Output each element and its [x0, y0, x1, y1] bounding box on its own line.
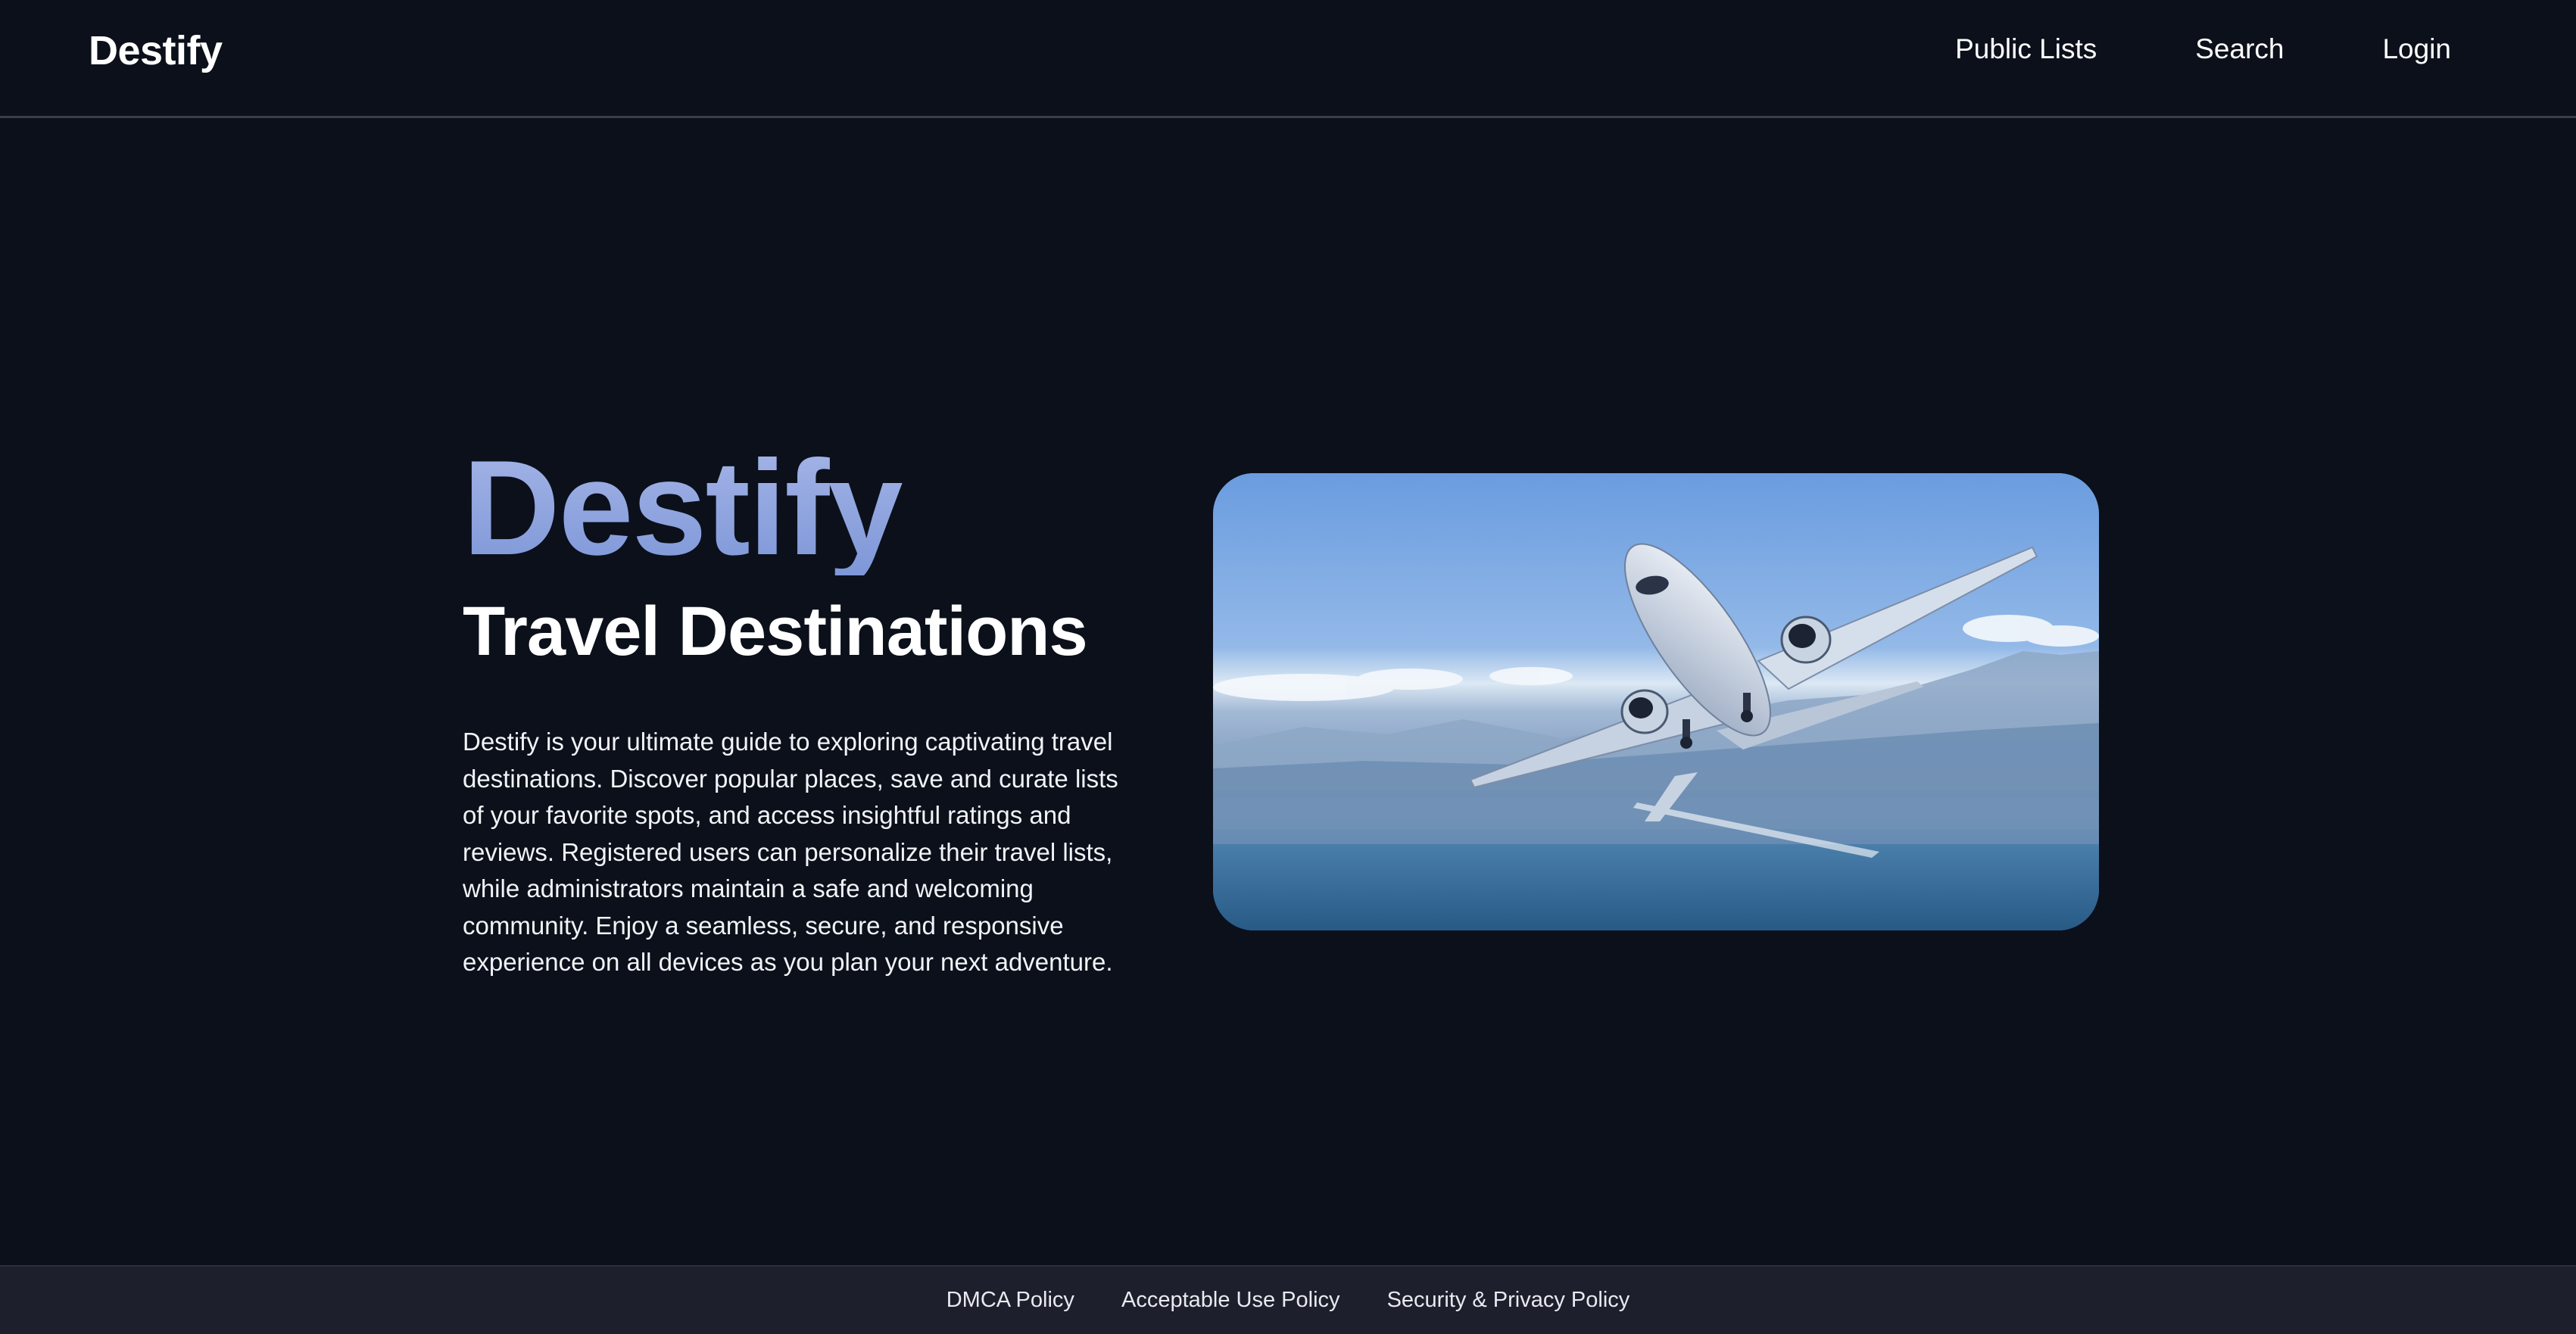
brand-logo-link[interactable]: Destify [89, 27, 223, 74]
site-header: Destify Public Lists Search Login [0, 0, 2576, 118]
nav-search-link[interactable]: Search [2195, 33, 2284, 65]
footer-acceptable-use-link[interactable]: Acceptable Use Policy [1121, 1288, 1340, 1312]
hero-subtitle: Travel Destinations [463, 593, 1088, 670]
page: Destify Public Lists Search Login Destif… [0, 0, 2576, 1334]
hero-title: Destify [463, 424, 1144, 575]
footer-security-privacy-link[interactable]: Security & Privacy Policy [1387, 1288, 1630, 1312]
site-footer: DMCA Policy Acceptable Use Policy Securi… [0, 1265, 2576, 1334]
nav-login-link[interactable]: Login [2382, 33, 2451, 65]
hero-description: Destify is your ultimate guide to explor… [463, 728, 1118, 976]
airplane-over-coast-image [1213, 473, 2099, 930]
nav-public-lists-link[interactable]: Public Lists [1955, 33, 2097, 65]
hero-text: Destify Travel Destinations Destify is y… [463, 424, 1144, 1006]
footer-links: DMCA Policy Acceptable Use Policy Securi… [0, 1288, 2576, 1313]
main-nav: Public Lists Search Login [1955, 33, 2451, 65]
footer-dmca-link[interactable]: DMCA Policy [947, 1288, 1074, 1312]
